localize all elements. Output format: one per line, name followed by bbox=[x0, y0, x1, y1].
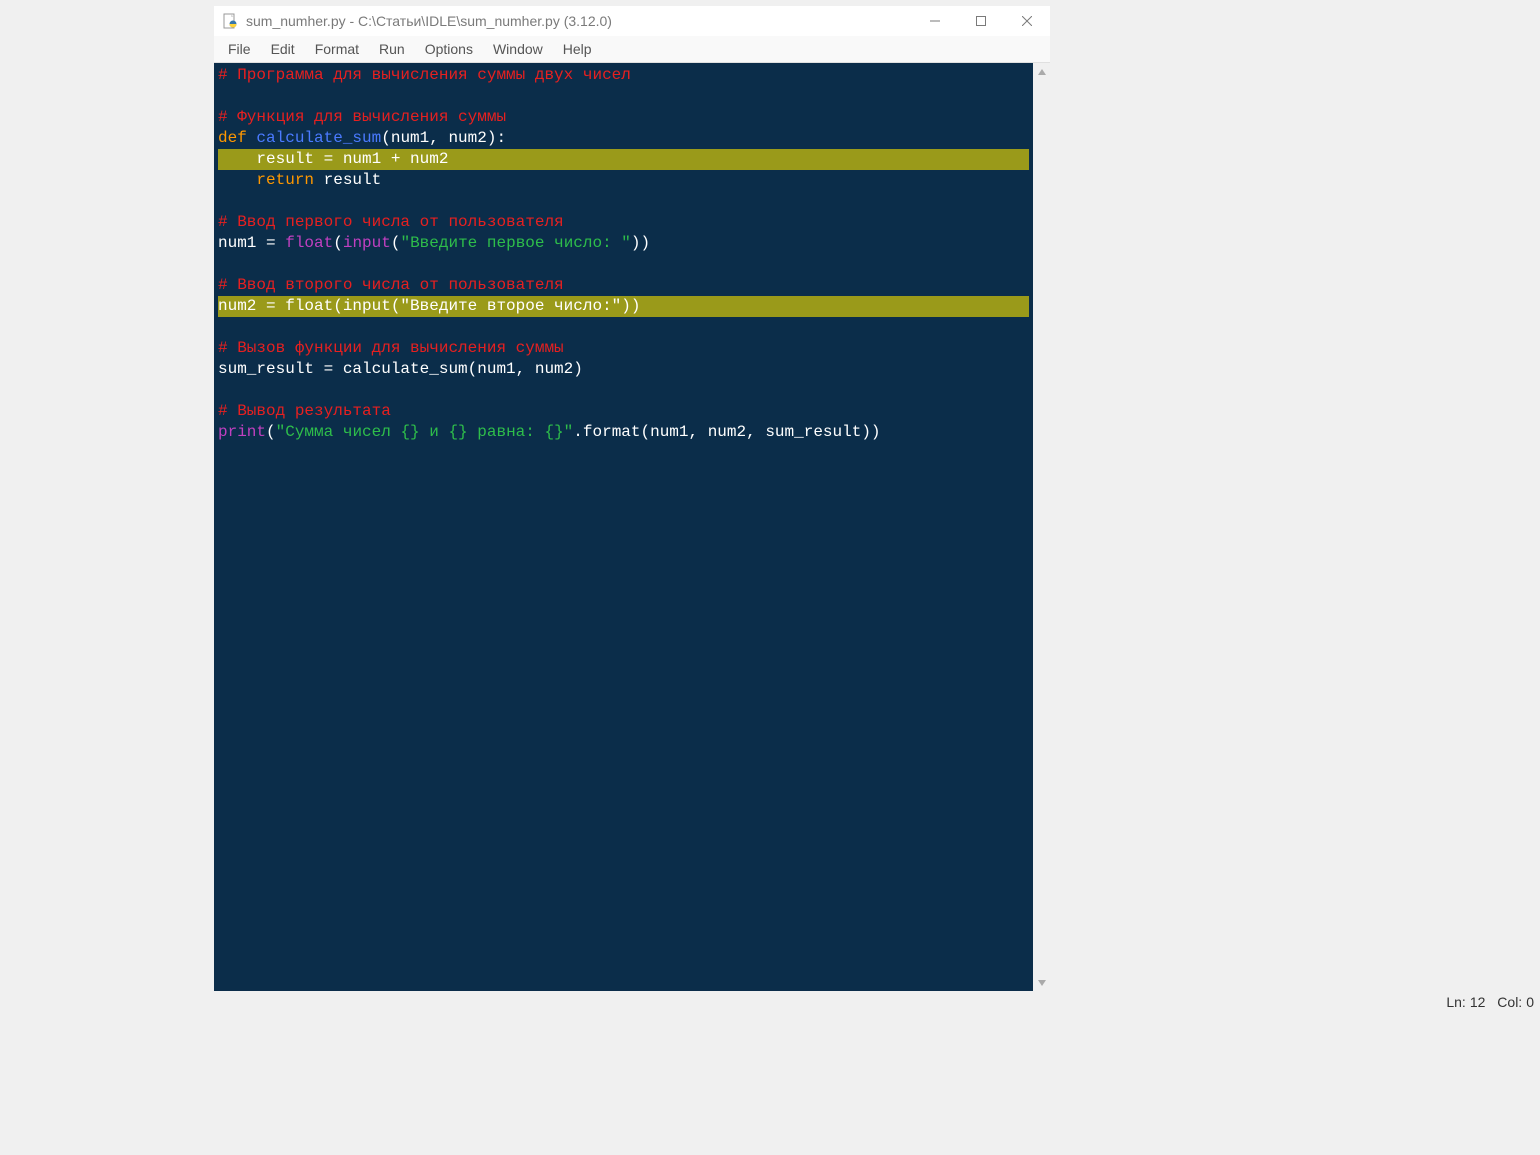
code-text: result = num1 + num2 bbox=[256, 150, 448, 168]
code-comment: # Функция для вычисления суммы bbox=[218, 108, 506, 126]
menubar: File Edit Format Run Options Window Help bbox=[214, 36, 1050, 63]
titlebar: sum_numher.py - C:\Статьи\IDLE\sum_numhe… bbox=[214, 6, 1050, 36]
scroll-down-arrow[interactable] bbox=[1033, 974, 1050, 991]
vertical-scrollbar[interactable] bbox=[1033, 63, 1050, 991]
scroll-up-arrow[interactable] bbox=[1033, 63, 1050, 80]
menu-options[interactable]: Options bbox=[415, 38, 483, 60]
window-title: sum_numher.py - C:\Статьи\IDLE\sum_numhe… bbox=[246, 13, 912, 29]
code-comment: # Вызов функции для вычисления суммы bbox=[218, 339, 564, 357]
status-ln-value: 12 bbox=[1470, 994, 1486, 1010]
code-highlighted-line: result = num1 + num2 bbox=[218, 149, 1029, 170]
status-col-value: 0 bbox=[1526, 994, 1534, 1010]
window-controls bbox=[912, 6, 1050, 36]
code-identifier: calculate_sum bbox=[247, 129, 381, 147]
statusbar: Ln: 12 Col: 0 bbox=[1446, 994, 1534, 1010]
code-text: result bbox=[314, 171, 381, 189]
code-highlighted-line: num2 = float(input("Введите второе число… bbox=[218, 296, 1029, 317]
idle-window: sum_numher.py - C:\Статьи\IDLE\sum_numhe… bbox=[214, 6, 1050, 991]
code-comment: # Ввод первого числа от пользователя bbox=[218, 213, 564, 231]
code-text: num1 = bbox=[218, 234, 285, 252]
code-text: num2 = float(input("Введите второе число… bbox=[218, 297, 640, 315]
code-comment: # Вывод результата bbox=[218, 402, 391, 420]
menu-window[interactable]: Window bbox=[483, 38, 553, 60]
code-builtin: input bbox=[343, 234, 391, 252]
code-keyword: return bbox=[256, 171, 314, 189]
status-col-label: Col: bbox=[1497, 994, 1522, 1010]
menu-run[interactable]: Run bbox=[369, 38, 415, 60]
app-icon bbox=[222, 13, 238, 29]
maximize-button[interactable] bbox=[958, 6, 1004, 36]
code-keyword: def bbox=[218, 129, 247, 147]
menu-edit[interactable]: Edit bbox=[261, 38, 305, 60]
code-string: "Введите первое число: " bbox=[400, 234, 630, 252]
editor-container: # Программа для вычисления суммы двух чи… bbox=[214, 63, 1050, 991]
close-button[interactable] bbox=[1004, 6, 1050, 36]
code-editor[interactable]: # Программа для вычисления суммы двух чи… bbox=[214, 63, 1033, 991]
code-comment: # Ввод второго числа от пользователя bbox=[218, 276, 564, 294]
code-string: "Сумма чисел {} и {} равна: {}" bbox=[276, 423, 574, 441]
menu-help[interactable]: Help bbox=[553, 38, 602, 60]
code-text: .format(num1, num2, sum_result)) bbox=[573, 423, 880, 441]
minimize-button[interactable] bbox=[912, 6, 958, 36]
status-ln-label: Ln: bbox=[1446, 994, 1465, 1010]
code-builtin: float bbox=[285, 234, 333, 252]
menu-format[interactable]: Format bbox=[305, 38, 369, 60]
code-text: (num1, num2): bbox=[381, 129, 506, 147]
code-text: sum_result = calculate_sum(num1, num2) bbox=[218, 360, 583, 378]
menu-file[interactable]: File bbox=[218, 38, 261, 60]
code-builtin: print bbox=[218, 423, 266, 441]
code-comment: # Программа для вычисления суммы двух чи… bbox=[218, 66, 631, 84]
